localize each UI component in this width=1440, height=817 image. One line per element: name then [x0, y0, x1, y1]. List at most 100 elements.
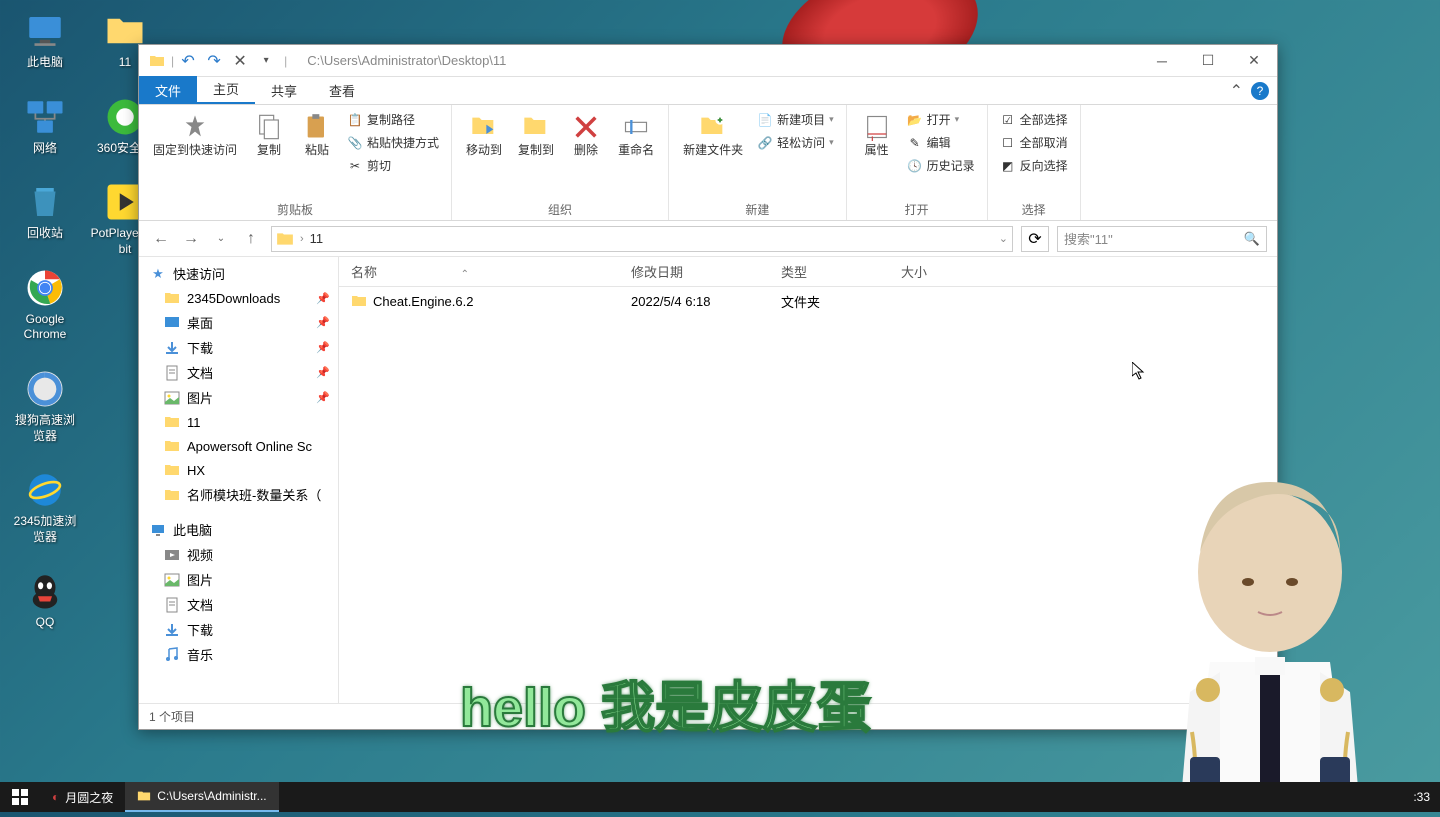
file-tab[interactable]: 文件	[139, 76, 197, 104]
star-icon: ★	[149, 265, 167, 283]
column-headers: 名称 ⌃ 修改日期 类型 大小	[339, 257, 1277, 287]
rename-icon	[620, 111, 652, 143]
sidebar-item[interactable]: Apowersoft Online Sc	[139, 434, 338, 458]
pic-icon	[163, 571, 181, 589]
desktop-icon-recycle[interactable]: 回收站	[10, 181, 80, 242]
video-icon	[163, 546, 181, 564]
desktop-icon-2345[interactable]: 2345加速浏览器	[10, 469, 80, 545]
invert-button[interactable]: ◩反向选择	[996, 155, 1072, 176]
start-button[interactable]	[0, 782, 40, 812]
qq-icon	[24, 570, 66, 612]
properties-button[interactable]: 属性	[855, 109, 899, 161]
pin-icon: 📌	[316, 292, 330, 305]
moon-icon: ◐	[52, 790, 59, 804]
open-icon: 📂	[907, 112, 923, 128]
title-path: C:\Users\Administrator\Desktop\11	[297, 53, 1139, 68]
delete-qat-button[interactable]: ✕	[228, 49, 252, 73]
invert-icon: ◩	[1000, 158, 1016, 174]
history-button[interactable]: 🕓历史记录	[903, 155, 979, 176]
sidebar-item[interactable]: 2345Downloads📌	[139, 286, 338, 310]
sidebar-item[interactable]: HX	[139, 458, 338, 482]
taskbar: ◐ 月圆之夜 C:\Users\Administr... :33	[0, 782, 1440, 812]
moveto-button[interactable]: 移动到	[460, 109, 508, 161]
copypath-button[interactable]: 📋复制路径	[343, 109, 443, 130]
sidebar-item[interactable]: 下载📌	[139, 335, 338, 360]
qat-dropdown[interactable]: ▾	[254, 49, 278, 73]
tab-share[interactable]: 共享	[255, 77, 313, 104]
file-row[interactable]: Cheat.Engine.6.22022/5/4 6:18文件夹	[339, 287, 1277, 315]
maximize-button[interactable]: ☐	[1185, 45, 1231, 77]
recent-dropdown[interactable]: ⌄	[209, 227, 233, 251]
sidebar-item[interactable]: 文档📌	[139, 360, 338, 385]
selectnone-button[interactable]: ☐全部取消	[996, 132, 1072, 153]
minimize-button[interactable]: ─	[1139, 45, 1185, 77]
taskbar-app-2[interactable]: C:\Users\Administr...	[125, 782, 278, 812]
redo-button[interactable]: ↷	[202, 49, 226, 73]
collapse-ribbon-button[interactable]: ⌃	[1230, 81, 1243, 101]
rename-button[interactable]: 重命名	[612, 109, 660, 161]
sidebar-item[interactable]: 视频	[139, 542, 338, 567]
desktop-icon-qq[interactable]: QQ	[10, 570, 80, 631]
desktop-icon-chrome[interactable]: Google Chrome	[10, 267, 80, 343]
back-button[interactable]: ←	[149, 227, 173, 251]
desktop-icon-sogou[interactable]: 搜狗高速浏览器	[10, 368, 80, 444]
desktop-icon-network[interactable]: 网络	[10, 96, 80, 157]
forward-button[interactable]: →	[179, 227, 203, 251]
pc-icon	[149, 521, 167, 539]
sidebar-item[interactable]: 图片📌	[139, 385, 338, 410]
sidebar-quickaccess[interactable]: ★ 快速访问	[139, 261, 338, 286]
desktop-icon-thispc[interactable]: 此电脑	[10, 10, 80, 71]
paste-button[interactable]: 粘贴	[295, 109, 339, 161]
ribbon-tabs: 文件 主页 共享 查看 ⌃ ?	[139, 77, 1277, 105]
selectall-button[interactable]: ☑全部选择	[996, 109, 1072, 130]
newfolder-button[interactable]: 新建文件夹	[677, 109, 749, 161]
sidebar-item[interactable]: 名师模块班-数量关系（	[139, 482, 338, 507]
newitem-button[interactable]: 📄新建项目▾	[753, 109, 838, 130]
sidebar-item[interactable]: 音乐	[139, 642, 338, 667]
col-type[interactable]: 类型	[769, 262, 889, 281]
close-button[interactable]: ✕	[1231, 45, 1277, 77]
breadcrumb-item[interactable]: 11	[310, 231, 324, 246]
avatar-character	[1140, 462, 1400, 812]
sidebar-item[interactable]: 文档	[139, 592, 338, 617]
refresh-button[interactable]: ⟳	[1021, 226, 1049, 252]
help-button[interactable]: ?	[1251, 82, 1269, 100]
up-button[interactable]: ↑	[239, 227, 263, 251]
pasteshortcut-button[interactable]: 📎粘贴快捷方式	[343, 132, 443, 153]
address-bar[interactable]: › 11 ⌄	[271, 226, 1013, 252]
pin-button[interactable]: 固定到快速访问	[147, 109, 243, 161]
folder-icon-small	[145, 49, 169, 73]
delete-button[interactable]: 删除	[564, 109, 608, 161]
copyto-button[interactable]: 复制到	[512, 109, 560, 161]
pin-icon: 📌	[316, 341, 330, 354]
tab-home[interactable]: 主页	[197, 75, 255, 104]
col-date[interactable]: 修改日期	[619, 262, 769, 281]
search-input[interactable]: 搜索"11" 🔍	[1057, 226, 1267, 252]
ribbon: 固定到快速访问 复制 粘贴 📋复制路径 📎粘贴快捷方式 ✂剪切 剪贴板	[139, 105, 1277, 221]
sidebar-thispc[interactable]: 此电脑	[139, 517, 338, 542]
taskbar-app-1[interactable]: ◐ 月圆之夜	[40, 782, 125, 812]
folder-icon	[163, 486, 181, 504]
sidebar-item[interactable]: 下载	[139, 617, 338, 642]
sidebar-item[interactable]: 11	[139, 410, 338, 434]
open-button[interactable]: 📂打开▾	[903, 109, 979, 130]
col-name[interactable]: 名称 ⌃	[339, 262, 619, 281]
recycle-icon	[24, 181, 66, 223]
cut-button[interactable]: ✂剪切	[343, 155, 443, 176]
easyaccess-icon: 🔗	[757, 135, 773, 151]
navbar: ← → ⌄ ↑ › 11 ⌄ ⟳ 搜索"11" 🔍	[139, 221, 1277, 257]
undo-button[interactable]: ↶	[176, 49, 200, 73]
copy-button[interactable]: 复制	[247, 109, 291, 161]
tab-view[interactable]: 查看	[313, 77, 371, 104]
address-dropdown[interactable]: ⌄	[999, 232, 1008, 245]
taskbar-clock[interactable]: :33	[1413, 790, 1430, 804]
edit-icon: ✎	[907, 135, 923, 151]
sidebar-item[interactable]: 图片	[139, 567, 338, 592]
sidebar-item[interactable]: 桌面📌	[139, 310, 338, 335]
chevron-right-icon[interactable]: ›	[300, 233, 304, 245]
folder-icon	[163, 289, 181, 307]
easyaccess-button[interactable]: 🔗轻松访问▾	[753, 132, 838, 153]
col-size[interactable]: 大小	[889, 262, 969, 281]
edit-button[interactable]: ✎编辑	[903, 132, 979, 153]
copyto-icon	[520, 111, 552, 143]
